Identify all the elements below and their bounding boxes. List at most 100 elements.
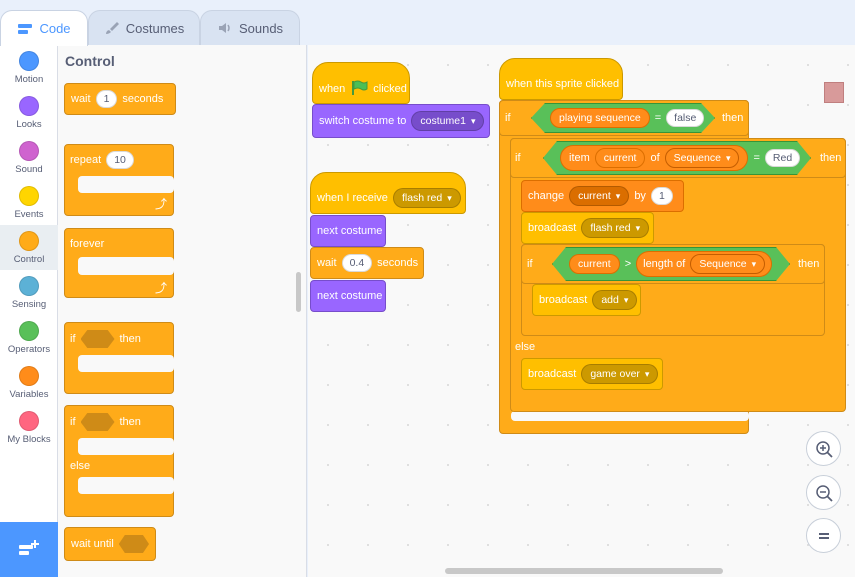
current-variable-reporter[interactable]: current xyxy=(595,148,646,168)
item-label: item xyxy=(569,152,590,164)
category-label: Events xyxy=(14,209,44,220)
zoom-out-button[interactable] xyxy=(806,475,841,510)
when-sprite-clicked-block[interactable]: when this sprite clicked xyxy=(499,58,623,100)
zoom-reset-button[interactable] xyxy=(806,518,841,553)
next-costume-label: next costume xyxy=(317,225,383,237)
then-label: then xyxy=(119,333,141,345)
change-variable-block[interactable]: change current by 1 xyxy=(521,180,684,212)
category-label: Sound xyxy=(15,164,43,175)
list-dropdown[interactable]: Sequence xyxy=(665,148,740,168)
category-events[interactable]: Events xyxy=(0,180,58,225)
category-label: My Blocks xyxy=(7,434,51,445)
length-of-list-reporter[interactable]: length of Sequence xyxy=(636,251,772,277)
current-variable-reporter[interactable]: current xyxy=(569,254,620,274)
clicked-label: clicked xyxy=(373,83,407,95)
category-variables[interactable]: Variables xyxy=(0,360,58,405)
control-category-icon xyxy=(19,231,39,251)
repeat-count-input[interactable]: 10 xyxy=(106,151,134,169)
next-costume-block-1[interactable]: next costume xyxy=(310,215,386,247)
by-label: by xyxy=(634,190,646,202)
equals-symbol: = xyxy=(753,152,760,164)
add-extension-icon xyxy=(18,539,40,560)
wait-unit-label: seconds xyxy=(377,257,419,269)
speaker-icon xyxy=(217,21,233,35)
wait-seconds-input[interactable]: 1 xyxy=(95,90,118,108)
change-label: change xyxy=(528,190,565,202)
then-label: then xyxy=(820,152,842,164)
then-label: then xyxy=(119,416,141,428)
wait-unit-label: seconds xyxy=(122,93,164,105)
next-costume-label: next costume xyxy=(317,290,383,302)
when-i-receive-block[interactable]: when I receive flash red xyxy=(310,172,466,214)
forever-label: forever xyxy=(70,238,105,250)
category-operators[interactable]: Operators xyxy=(0,315,58,360)
category-sensing[interactable]: Sensing xyxy=(0,270,58,315)
of-label: of xyxy=(650,152,660,164)
my-blocks-category-icon xyxy=(19,411,39,431)
category-my-blocks[interactable]: My Blocks xyxy=(0,405,58,450)
red-value-input[interactable]: Red xyxy=(765,149,800,167)
broadcast-label: broadcast xyxy=(539,294,588,306)
motion-category-icon xyxy=(19,51,39,71)
equals-operator[interactable]: playing sequence = false xyxy=(531,103,715,133)
wait-seconds-input[interactable]: 0.4 xyxy=(341,254,373,272)
broadcast-block-1[interactable]: broadcast flash red xyxy=(521,212,654,244)
boolean-slot[interactable] xyxy=(80,413,115,431)
variable-dropdown[interactable]: current xyxy=(569,186,630,206)
greater-than-symbol: > xyxy=(624,258,632,270)
palette-wait-until-block[interactable]: wait until xyxy=(64,527,156,561)
broadcast-message-dropdown[interactable]: game over xyxy=(581,364,659,384)
wait-label: wait xyxy=(317,257,337,269)
broadcast-block-2[interactable]: broadcast add xyxy=(532,284,641,316)
broadcast-block-3[interactable]: broadcast game over xyxy=(521,358,663,390)
zoom-in-button[interactable] xyxy=(806,431,841,466)
broadcast-label: broadcast xyxy=(528,222,577,234)
if-label: if xyxy=(505,112,511,124)
category-looks[interactable]: Looks xyxy=(0,90,58,135)
tab-costumes[interactable]: Costumes xyxy=(88,10,200,45)
switch-costume-label: switch costume to xyxy=(319,115,407,127)
category-motion[interactable]: Motion xyxy=(0,45,58,90)
costume-dropdown[interactable]: costume1 xyxy=(411,111,485,131)
loop-arrow-icon: ⤴ xyxy=(155,197,168,211)
else-label: else xyxy=(515,341,536,353)
next-costume-block-2[interactable]: next costume xyxy=(310,280,386,312)
zoom-reset-icon xyxy=(818,532,829,539)
when-flag-clicked-block[interactable]: when clicked xyxy=(312,62,410,104)
wait-block[interactable]: wait 0.4 seconds xyxy=(310,247,424,279)
message-dropdown[interactable]: flash red xyxy=(392,188,461,208)
change-amount-input[interactable]: 1 xyxy=(650,187,673,205)
palette-scrollbar[interactable] xyxy=(296,272,301,312)
equals-symbol: = xyxy=(654,112,662,124)
tab-code[interactable]: Code xyxy=(0,10,88,46)
category-control[interactable]: Control xyxy=(0,225,58,270)
variables-category-icon xyxy=(19,366,39,386)
tab-code-label: Code xyxy=(39,21,71,36)
workspace-horizontal-scrollbar[interactable] xyxy=(445,568,723,574)
list-dropdown[interactable]: Sequence xyxy=(690,254,765,274)
palette-wait-block[interactable]: wait 1 seconds xyxy=(64,83,176,115)
looks-category-icon xyxy=(19,96,39,116)
if-mouth xyxy=(78,355,174,372)
category-label: Control xyxy=(13,254,45,265)
sensing-category-icon xyxy=(19,276,39,296)
switch-costume-block[interactable]: switch costume to costume1 xyxy=(312,104,490,138)
category-label: Variables xyxy=(9,389,49,400)
false-value-input[interactable]: false xyxy=(666,109,704,127)
category-sound[interactable]: Sound xyxy=(0,135,58,180)
when-i-receive-label: when I receive xyxy=(317,192,388,204)
tab-sounds[interactable]: Sounds xyxy=(200,10,300,45)
item-of-list-reporter[interactable]: item current of Sequence xyxy=(560,145,748,171)
category-label: Operators xyxy=(7,344,51,355)
equals-operator-2[interactable]: item current of Sequence = Red xyxy=(543,141,811,175)
add-extension-button[interactable] xyxy=(0,522,58,577)
playing-sequence-reporter[interactable]: playing sequence xyxy=(550,108,650,128)
broadcast-message-dropdown[interactable]: flash red xyxy=(581,218,650,238)
greater-than-operator[interactable]: current > length of Sequence xyxy=(552,247,790,281)
if-label: if xyxy=(70,416,76,428)
editor-tab-bar: Code Costumes Sounds xyxy=(0,0,855,46)
if-else-header: if then xyxy=(64,410,147,434)
broadcast-message-dropdown[interactable]: add xyxy=(592,290,638,310)
boolean-slot[interactable] xyxy=(118,535,149,553)
boolean-slot[interactable] xyxy=(80,330,115,348)
